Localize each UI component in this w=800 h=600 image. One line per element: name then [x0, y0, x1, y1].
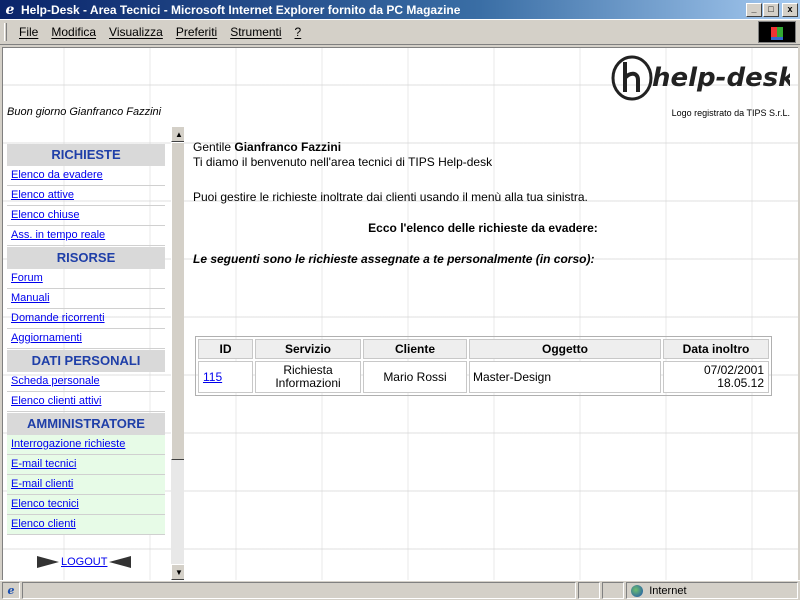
zone-label: Internet	[649, 584, 687, 597]
status-panel	[578, 582, 601, 599]
list-title: Ecco l'elenco delle richieste da evadere…	[368, 221, 598, 235]
link-email-clienti[interactable]: E-mail clienti	[11, 478, 73, 490]
sidebar-item: Manuali	[7, 289, 165, 309]
section-richieste: RICHIESTE	[7, 144, 165, 166]
scroll-thumb[interactable]	[171, 142, 184, 460]
sidebar-item: E-mail clienti	[7, 475, 165, 495]
user-name: Gianfranco Fazzini	[234, 140, 342, 154]
cell-cliente: Mario Rossi	[363, 361, 467, 393]
welcome-text: Ti diamo il benvenuto nell'area tecnici …	[193, 155, 493, 169]
logout-link[interactable]: LOGOUT	[61, 556, 107, 568]
cell-id: 115	[198, 361, 253, 393]
sidebar-item: Elenco da evadere	[7, 166, 165, 186]
col-cliente: Cliente	[363, 339, 467, 359]
sidebar-nav: RICHIESTE Elenco da evadere Elenco attiv…	[7, 126, 165, 535]
table-row: 115 Richiesta Informazioni Mario Rossi M…	[198, 361, 769, 393]
link-forum[interactable]: Forum	[11, 272, 43, 284]
col-id: ID	[198, 339, 253, 359]
security-zone: Internet	[626, 582, 798, 599]
menu-help[interactable]: ?	[289, 25, 309, 39]
sidebar-item: Elenco clienti attivi	[7, 392, 165, 412]
sidebar-item: Elenco chiuse	[7, 206, 165, 226]
help-desk-logo: help-desk	[611, 55, 790, 101]
window-title: Help-Desk - Area Tecnici - Microsoft Int…	[21, 2, 461, 17]
link-manuali[interactable]: Manuali	[11, 292, 50, 304]
link-elenco-clienti-attivi[interactable]: Elenco clienti attivi	[11, 395, 102, 407]
sidebar-item: Scheda personale	[7, 372, 165, 392]
sidebar-item: Forum	[7, 269, 165, 289]
link-scheda-personale[interactable]: Scheda personale	[11, 375, 100, 387]
windows-logo-icon	[758, 21, 796, 43]
table-header-row: ID Servizio Cliente Oggetto Data inoltro	[198, 339, 769, 359]
scroll-down-icon[interactable]: ▼	[171, 564, 184, 580]
cell-data-inoltro: 07/02/2001 18.05.12	[663, 361, 769, 393]
arrow-left-icon	[109, 556, 132, 568]
link-elenco-clienti[interactable]: Elenco clienti	[11, 518, 76, 530]
link-ass-tempo-reale[interactable]: Ass. in tempo reale	[11, 229, 105, 241]
link-elenco-attive[interactable]: Elenco attive	[11, 189, 74, 201]
link-elenco-chiuse[interactable]: Elenco chiuse	[11, 209, 80, 221]
menu-visualizza[interactable]: Visualizza	[103, 25, 170, 39]
sidebar-item: E-mail tecnici	[7, 455, 165, 475]
logo-caption: Logo registrato da TIPS S.r.L.	[671, 108, 790, 118]
salutation: Gentile Gianfranco Fazzini	[193, 140, 783, 155]
maximize-button[interactable]: □	[763, 2, 779, 17]
logo-text: help-desk	[652, 63, 790, 93]
window-titlebar[interactable]: e Help-Desk - Area Tecnici - Microsoft I…	[0, 0, 800, 19]
sidebar-item: Ass. in tempo reale	[7, 226, 165, 246]
sidebar-item: Aggiornamenti	[7, 329, 165, 349]
link-interrogazione-richieste[interactable]: Interrogazione richieste	[11, 438, 125, 450]
menu-strumenti[interactable]: Strumenti	[224, 25, 288, 39]
assigned-heading: Le seguenti sono le richieste assegnate …	[193, 252, 595, 266]
col-servizio: Servizio	[255, 339, 361, 359]
greeting-text: Buon giorno Gianfranco Fazzini	[7, 106, 162, 118]
arrow-right-icon	[37, 556, 59, 568]
link-elenco-tecnici[interactable]: Elenco tecnici	[11, 498, 79, 510]
status-bar: e Internet	[0, 580, 800, 600]
section-amministratore: AMMINISTRATORE	[7, 413, 165, 435]
instructions-text: Puoi gestire le richieste inoltrate dai …	[193, 190, 588, 204]
main-content: Gentile Gianfranco Fazzini Ti diamo il b…	[193, 140, 783, 396]
sidebar-item: Elenco clienti	[7, 515, 165, 535]
link-aggiornamenti[interactable]: Aggiornamenti	[11, 332, 82, 344]
close-button[interactable]: x	[782, 2, 798, 17]
cell-oggetto: Master-Design	[469, 361, 661, 393]
data-time: 18.05.12	[717, 376, 764, 390]
sidebar-item: Domande ricorrenti	[7, 309, 165, 329]
logout-area: LOGOUT	[37, 556, 132, 568]
menu-preferiti[interactable]: Preferiti	[170, 25, 224, 39]
request-id-link[interactable]: 115	[203, 370, 222, 384]
sidebar-item: Elenco tecnici	[7, 495, 165, 515]
requests-table: ID Servizio Cliente Oggetto Data inoltro…	[195, 336, 772, 396]
link-elenco-da-evadere[interactable]: Elenco da evadere	[11, 169, 103, 181]
menu-bar: File Modifica Visualizza Preferiti Strum…	[0, 19, 800, 45]
sidebar-item: Interrogazione richieste	[7, 435, 165, 455]
sidebar-item: Elenco attive	[7, 186, 165, 206]
toolbar-grip[interactable]	[4, 23, 7, 41]
page-status-icon: e	[2, 582, 20, 599]
cell-servizio: Richiesta Informazioni	[255, 361, 361, 393]
scroll-up-icon[interactable]: ▲	[171, 126, 184, 142]
sidebar-scrollbar[interactable]: ▲ ▼	[171, 126, 184, 580]
page-content: Buon giorno Gianfranco Fazzini help-desk…	[2, 47, 798, 580]
ie-icon: e	[5, 1, 15, 18]
menu-file[interactable]: File	[13, 25, 45, 39]
status-text	[21, 582, 577, 599]
menu-modifica[interactable]: Modifica	[45, 25, 103, 39]
minimize-button[interactable]: _	[746, 2, 762, 17]
col-data-inoltro: Data inoltro	[663, 339, 769, 359]
link-domande-ricorrenti[interactable]: Domande ricorrenti	[11, 312, 105, 324]
servizio-line-2: Informazioni	[275, 376, 341, 390]
internet-globe-icon	[631, 584, 644, 597]
section-dati-personali: DATI PERSONALI	[7, 350, 165, 372]
left-nav-frame: RICHIESTE Elenco da evadere Elenco attiv…	[7, 126, 184, 580]
col-oggetto: Oggetto	[469, 339, 661, 359]
link-email-tecnici[interactable]: E-mail tecnici	[11, 458, 76, 470]
section-risorse: RISORSE	[7, 247, 165, 269]
status-panel	[602, 582, 625, 599]
salutation-prefix: Gentile	[193, 140, 232, 154]
